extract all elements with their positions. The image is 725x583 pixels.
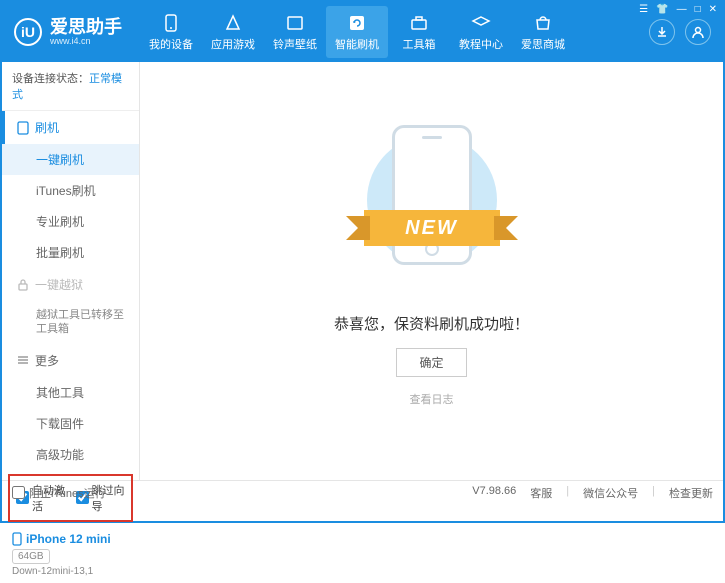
skin-icon[interactable]: 👕 <box>656 4 668 15</box>
header: iU 爱思助手 www.i4.cn 我的设备 应用游戏 铃声壁纸 智能刷机 工具… <box>2 2 723 62</box>
nav-toolbox[interactable]: 工具箱 <box>388 6 450 58</box>
connection-status: 设备连接状态：正常模式 <box>2 62 139 111</box>
apps-icon <box>202 12 264 34</box>
app-logo: iU 爱思助手 www.i4.cn <box>14 18 122 46</box>
more-icon <box>17 354 29 366</box>
phone-icon <box>140 12 202 34</box>
window-controls: ☰ 👕 — □ ✕ <box>639 4 717 15</box>
phone-icon <box>12 532 22 546</box>
nav-smart-flash[interactable]: 智能刷机 <box>326 6 388 58</box>
sidebar-item-download[interactable]: 下载固件 <box>2 408 139 439</box>
nav-apps[interactable]: 应用游戏 <box>202 6 264 58</box>
sidebar-item-advanced[interactable]: 高级功能 <box>2 439 139 470</box>
new-ribbon: NEW <box>364 210 500 246</box>
main-nav: 我的设备 应用游戏 铃声壁纸 智能刷机 工具箱 教程中心 爱思商城 <box>140 6 649 58</box>
maximize-icon[interactable]: □ <box>695 4 701 15</box>
sidebar-section-flash[interactable]: 刷机 <box>2 111 139 144</box>
app-name: 爱思助手 <box>50 18 122 36</box>
update-link[interactable]: 检查更新 <box>669 485 713 501</box>
sidebar-item-oneclick[interactable]: 一键刷机 <box>2 144 139 175</box>
sidebar-section-more[interactable]: 更多 <box>2 344 139 377</box>
sidebar-item-batch[interactable]: 批量刷机 <box>2 237 139 268</box>
app-site: www.i4.cn <box>50 36 122 46</box>
minimize-icon[interactable]: — <box>677 4 687 15</box>
main-content: NEW 恭喜您，保资料刷机成功啦！ 确定 查看日志 <box>140 62 723 480</box>
storage-badge: 64GB <box>12 549 50 564</box>
toolbox-icon <box>388 12 450 34</box>
device-info[interactable]: iPhone 12 mini 64GB Down-12mini-13,1 <box>2 526 139 583</box>
refresh-icon <box>326 12 388 34</box>
user-button[interactable] <box>685 19 711 45</box>
sidebar-jailbreak-note: 越狱工具已转移至工具箱 <box>2 301 139 344</box>
success-message: 恭喜您，保资料刷机成功啦！ <box>334 313 529 334</box>
wechat-link[interactable]: 微信公众号 <box>583 485 638 501</box>
wallpaper-icon <box>264 12 326 34</box>
nav-my-device[interactable]: 我的设备 <box>140 6 202 58</box>
store-icon <box>512 12 574 34</box>
sidebar-section-jailbreak[interactable]: 一键越狱 <box>2 268 139 301</box>
sidebar-item-pro[interactable]: 专业刷机 <box>2 206 139 237</box>
nav-ringtones[interactable]: 铃声壁纸 <box>264 6 326 58</box>
phone-icon <box>17 121 29 135</box>
lock-icon <box>17 279 29 291</box>
grad-cap-icon <box>450 12 512 34</box>
nav-tutorials[interactable]: 教程中心 <box>450 6 512 58</box>
checkbox-block-itunes[interactable]: 阻止iTunes运行 <box>12 485 106 501</box>
service-link[interactable]: 客服 <box>530 485 552 501</box>
menu-icon[interactable]: ☰ <box>639 4 648 15</box>
success-illustration: NEW <box>352 115 512 295</box>
close-icon[interactable]: ✕ <box>709 4 717 15</box>
device-model: Down-12mini-13,1 <box>12 566 129 577</box>
sidebar: 设备连接状态：正常模式 刷机 一键刷机 iTunes刷机 专业刷机 批量刷机 一… <box>2 62 140 480</box>
ok-button[interactable]: 确定 <box>396 348 466 377</box>
logo-icon: iU <box>14 18 42 46</box>
view-log-link[interactable]: 查看日志 <box>410 391 454 407</box>
sidebar-item-itunes[interactable]: iTunes刷机 <box>2 175 139 206</box>
version-label: V7.98.66 <box>472 485 516 501</box>
sidebar-item-other[interactable]: 其他工具 <box>2 377 139 408</box>
nav-store[interactable]: 爱思商城 <box>512 6 574 58</box>
download-button[interactable] <box>649 19 675 45</box>
